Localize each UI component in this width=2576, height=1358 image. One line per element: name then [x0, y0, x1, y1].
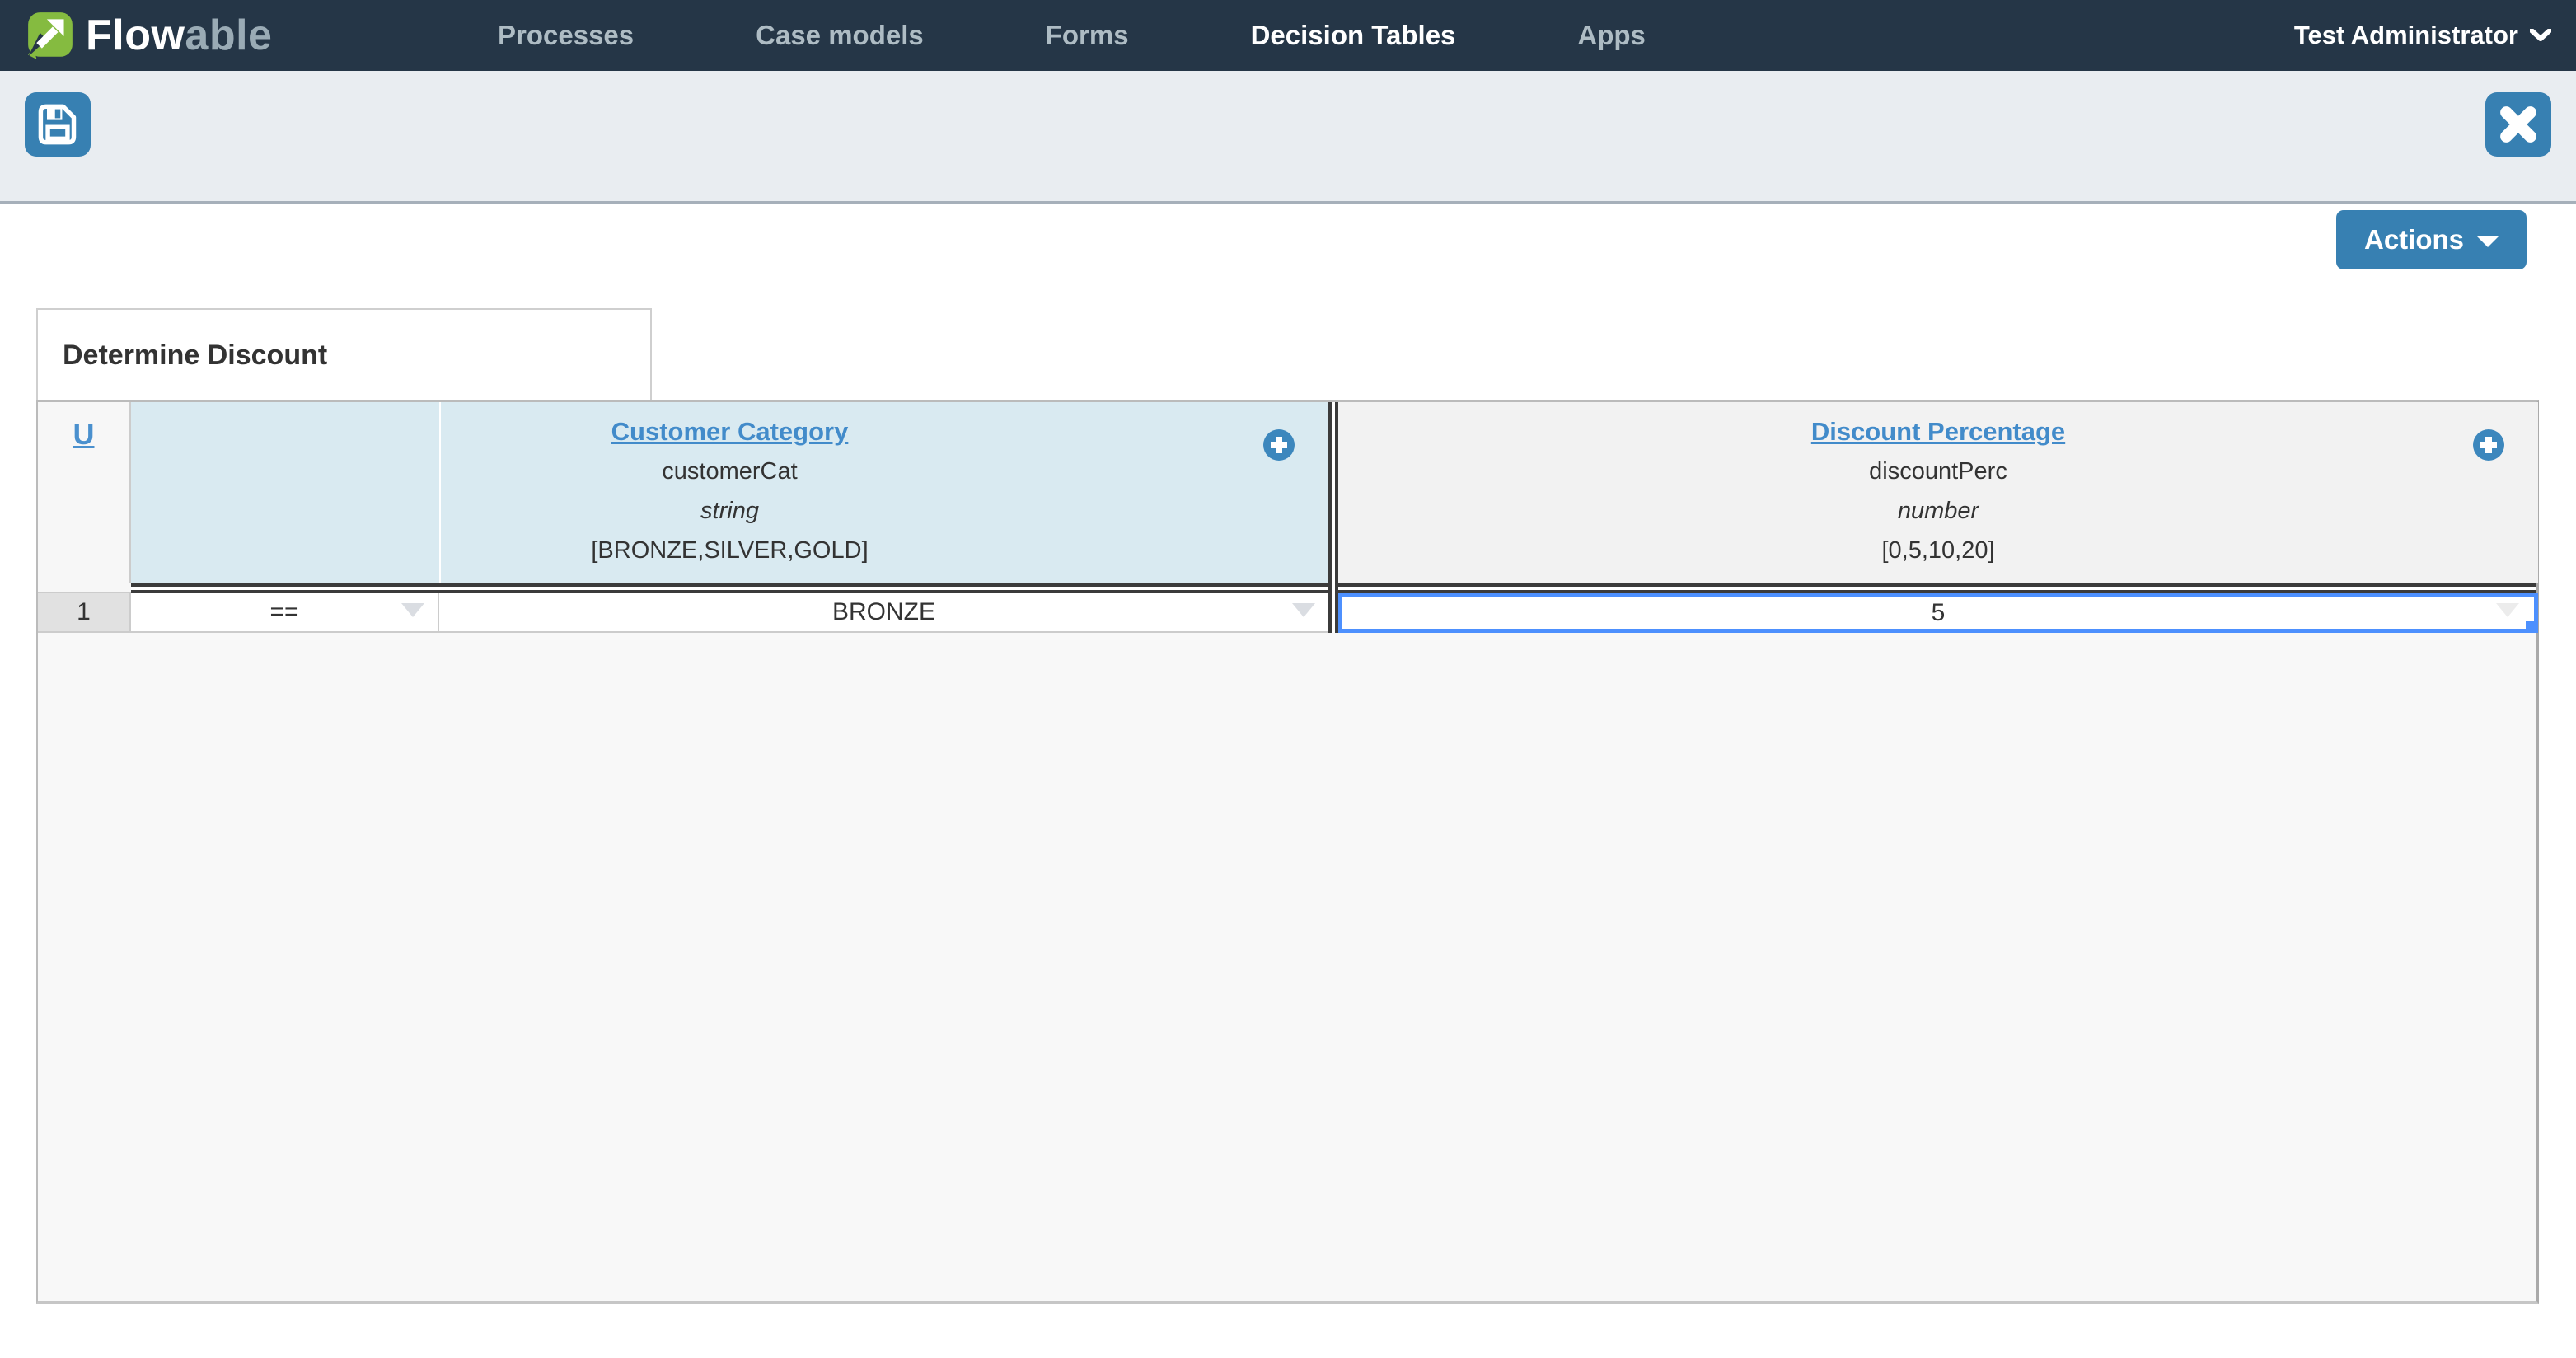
save-button[interactable]: [25, 92, 91, 157]
add-output-column-button[interactable]: [2472, 428, 2505, 461]
brand-name: Flowable: [86, 12, 273, 59]
rule-row-number-cell: 1: [38, 593, 131, 633]
rule-operator-cell[interactable]: ==: [131, 593, 439, 633]
rule-operator-value: ==: [269, 598, 299, 625]
caret-down-icon: [2477, 236, 2499, 247]
rule-output-value: 5: [1931, 599, 1946, 626]
input-column-allowed-values: [BRONZE,SILVER,GOLD]: [591, 537, 869, 564]
nav-item-forms[interactable]: Forms: [985, 20, 1190, 51]
rule-output-value-cell-selected[interactable]: 5: [1338, 593, 2538, 633]
top-navbar: Flowable Processes Case models Forms Dec…: [0, 0, 2576, 71]
nav-item-apps[interactable]: Apps: [1516, 20, 1707, 51]
chevron-down-icon: [2530, 29, 2551, 41]
output-column-title-link[interactable]: Discount Percentage: [1338, 412, 2538, 452]
output-column-allowed-values: [0,5,10,20]: [1881, 537, 1995, 564]
output-column-variable: discountPerc: [1869, 458, 2007, 485]
output-value-dropdown-arrow-icon[interactable]: [2496, 603, 2519, 617]
flowable-logo[interactable]: Flowable: [25, 0, 272, 71]
rule-input-value-cell[interactable]: BRONZE: [439, 593, 1328, 633]
hit-policy-link[interactable]: U: [73, 417, 95, 452]
output-column-type: number: [1897, 498, 1979, 524]
nav-item-processes[interactable]: Processes: [437, 20, 695, 51]
decision-table-name: Determine Discount: [63, 339, 328, 371]
selection-fill-handle[interactable]: [2526, 621, 2534, 629]
main-navigation: Processes Case models Forms Decision Tab…: [437, 0, 1707, 71]
close-x-icon: [2500, 106, 2536, 143]
user-menu[interactable]: Test Administrator: [2294, 0, 2551, 71]
editor-toolbar: [0, 71, 2576, 204]
input-column-header: Customer Category customerCat string [BR…: [131, 402, 1328, 583]
add-input-column-button[interactable]: [1262, 428, 1295, 461]
input-output-separator: [1328, 402, 1338, 633]
input-column-type: string: [700, 498, 759, 524]
input-column-variable: customerCat: [662, 458, 798, 485]
save-icon: [38, 104, 77, 145]
input-subcolumn-divider: [439, 402, 441, 583]
decision-table-name-tab[interactable]: Determine Discount: [36, 308, 652, 400]
nav-item-decision-tables[interactable]: Decision Tables: [1190, 20, 1517, 51]
input-value-dropdown-arrow-icon[interactable]: [1292, 603, 1315, 617]
input-column-title-link[interactable]: Customer Category: [131, 412, 1328, 452]
close-button[interactable]: [2485, 92, 2551, 157]
operator-dropdown-arrow-icon[interactable]: [401, 603, 424, 617]
user-name: Test Administrator: [2293, 21, 2518, 49]
flowable-logo-icon: [28, 12, 73, 59]
hit-policy-cell-border: [38, 583, 131, 593]
actions-dropdown-button[interactable]: Actions: [2335, 210, 2527, 269]
rule-input-value: BRONZE: [831, 598, 935, 625]
nav-item-case-models[interactable]: Case models: [695, 20, 985, 51]
decision-table-grid: U Customer Category customerCat string […: [36, 400, 2539, 1304]
rule-row-number: 1: [77, 598, 91, 625]
hit-policy-cell: U: [38, 402, 131, 583]
output-column-header: Discount Percentage discountPerc number …: [1338, 402, 2538, 583]
